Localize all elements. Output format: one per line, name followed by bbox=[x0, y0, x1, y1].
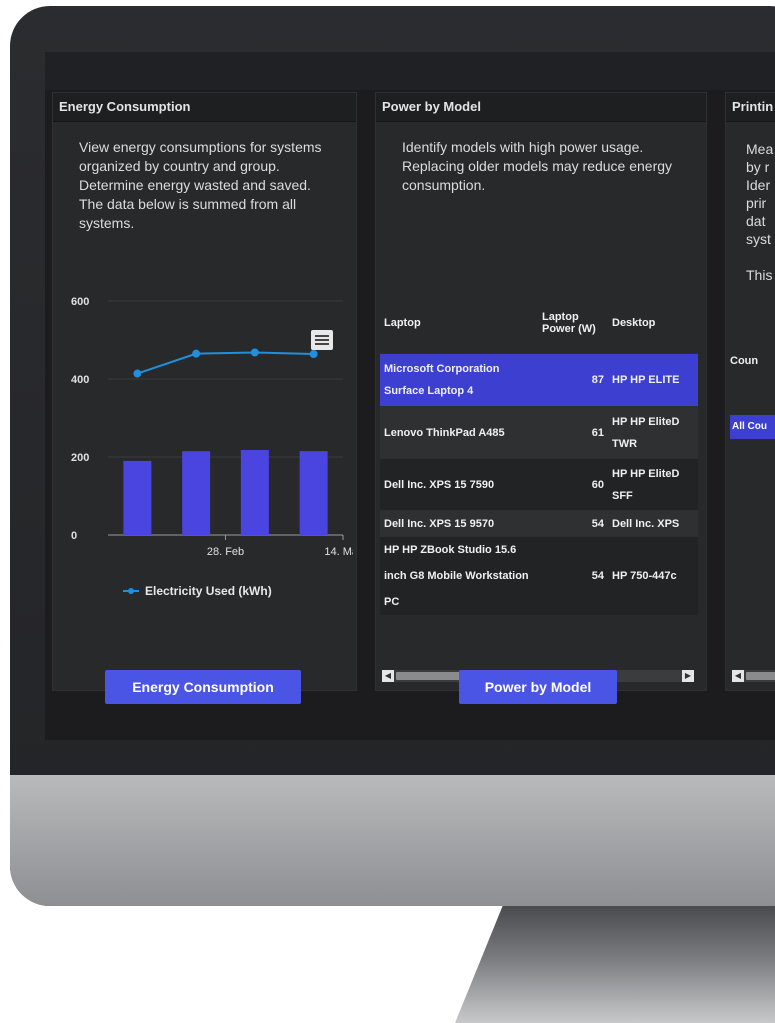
power-table: Laptop Laptop Power (W) Desktop Microsof… bbox=[380, 293, 698, 615]
line-point bbox=[133, 369, 142, 378]
desc-line: syst bbox=[746, 231, 771, 247]
line-series bbox=[137, 351, 314, 375]
table-header: Laptop Laptop Power (W) Desktop bbox=[380, 293, 698, 354]
hamburger-line bbox=[315, 339, 329, 341]
x-tick-label: 28. Feb bbox=[207, 546, 244, 558]
cell-desktop: HP HP EliteD TWR bbox=[608, 406, 698, 459]
col-laptop-power[interactable]: Laptop Power (W) bbox=[538, 293, 608, 354]
monitor-chin bbox=[10, 775, 775, 906]
panel-description: Identify models with high power usage. R… bbox=[402, 139, 673, 193]
cell-power: 54 bbox=[538, 510, 608, 537]
cell-power: 61 bbox=[538, 406, 608, 459]
hamburger-line bbox=[315, 343, 329, 345]
hamburger-menu-icon bbox=[315, 335, 329, 337]
cell-power: 87 bbox=[538, 353, 608, 407]
note-text: This bbox=[746, 267, 773, 283]
cell-power: 60 bbox=[538, 458, 608, 511]
bar bbox=[182, 451, 211, 535]
cell-desktop: HP HP EliteD SFF bbox=[608, 458, 698, 511]
cell-laptop: Dell Inc. XPS 15 7590 bbox=[380, 458, 538, 511]
arrow-left-icon[interactable]: ◀ bbox=[732, 670, 744, 682]
cell-laptop: Lenovo ThinkPad A485 bbox=[380, 406, 538, 459]
horizontal-scrollbar[interactable]: ◀ bbox=[732, 670, 775, 682]
cell-power: 54 bbox=[538, 536, 608, 615]
power-by-model-button[interactable]: Power by Model bbox=[459, 670, 617, 704]
cell-laptop: HP HP ZBook Studio 15.6 inch G8 Mobile W… bbox=[380, 536, 538, 615]
panel-title: Printin bbox=[726, 93, 775, 122]
table-row[interactable]: Dell Inc. XPS 15 9570 54 Dell Inc. XPS bbox=[380, 510, 698, 537]
power-by-model-panel: Power by Model Identify models with high… bbox=[375, 92, 707, 691]
legend-line-marker-dot bbox=[128, 588, 134, 594]
top-band bbox=[45, 52, 775, 90]
cell-desktop: HP HP ELITE bbox=[608, 353, 698, 407]
y-tick-label: 0 bbox=[71, 530, 77, 542]
line-point bbox=[250, 348, 259, 357]
col-laptop[interactable]: Laptop bbox=[380, 293, 538, 354]
cell-laptop: Dell Inc. XPS 15 9570 bbox=[380, 510, 538, 537]
line-point bbox=[192, 349, 201, 358]
desc-line: Ider bbox=[746, 177, 771, 193]
panel-title: Energy Consumption bbox=[53, 93, 356, 122]
bar bbox=[240, 449, 269, 535]
cell-desktop: Dell Inc. XPS bbox=[608, 510, 698, 537]
country-label: Coun bbox=[730, 355, 759, 367]
line-point bbox=[309, 350, 318, 359]
printing-panel: Printin Mea by r Ider prir dat syst This… bbox=[725, 92, 775, 691]
x-tick-label: 14. Mar bbox=[324, 546, 353, 558]
all-countries-row[interactable]: All Cou bbox=[730, 415, 775, 439]
panel-title: Power by Model bbox=[376, 93, 706, 122]
desc-line: dat bbox=[746, 213, 766, 229]
monitor-stand bbox=[455, 906, 775, 1023]
y-tick-label: 200 bbox=[71, 452, 89, 464]
y-tick-label: 600 bbox=[71, 296, 89, 308]
col-desktop[interactable]: Desktop bbox=[608, 293, 698, 354]
table-row[interactable]: Lenovo ThinkPad A485 61 HP HP EliteD TWR bbox=[380, 406, 698, 459]
y-tick-label: 400 bbox=[71, 374, 89, 386]
scroll-thumb[interactable] bbox=[746, 672, 775, 680]
energy-consumption-button[interactable]: Energy Consumption bbox=[105, 670, 301, 704]
table-row[interactable]: Dell Inc. XPS 15 7590 60 HP HP EliteD SF… bbox=[380, 458, 698, 511]
desc-line: prir bbox=[746, 195, 767, 211]
desc-line: by r bbox=[746, 159, 770, 175]
energy-chart: 0 200 400 600 28. Feb 14. Mar Electricity Used… bbox=[71, 296, 353, 598]
legend-label: Electricity Used (kWh) bbox=[145, 584, 272, 598]
panel-description: View energy consumptions for systems org… bbox=[79, 139, 322, 231]
arrow-right-icon[interactable]: ▶ bbox=[682, 670, 694, 682]
desc-line: Mea bbox=[746, 141, 774, 157]
table-row[interactable]: HP HP ZBook Studio 15.6 inch G8 Mobile W… bbox=[380, 536, 698, 615]
chart-menu-button[interactable] bbox=[311, 330, 333, 350]
energy-consumption-panel: Energy Consumption View energy consumpti… bbox=[52, 92, 357, 691]
table-row[interactable]: Microsoft Corporation Surface Laptop 4 8… bbox=[380, 353, 698, 407]
bar bbox=[299, 451, 328, 535]
screen: Energy Consumption View energy consumpti… bbox=[45, 52, 775, 740]
panel-description: Mea by r Ider prir dat syst This bbox=[726, 122, 775, 284]
bar bbox=[123, 460, 152, 535]
arrow-left-icon[interactable]: ◀ bbox=[382, 670, 394, 682]
cell-desktop: HP 750-447c bbox=[608, 536, 698, 615]
cell-laptop: Microsoft Corporation Surface Laptop 4 bbox=[380, 353, 538, 407]
